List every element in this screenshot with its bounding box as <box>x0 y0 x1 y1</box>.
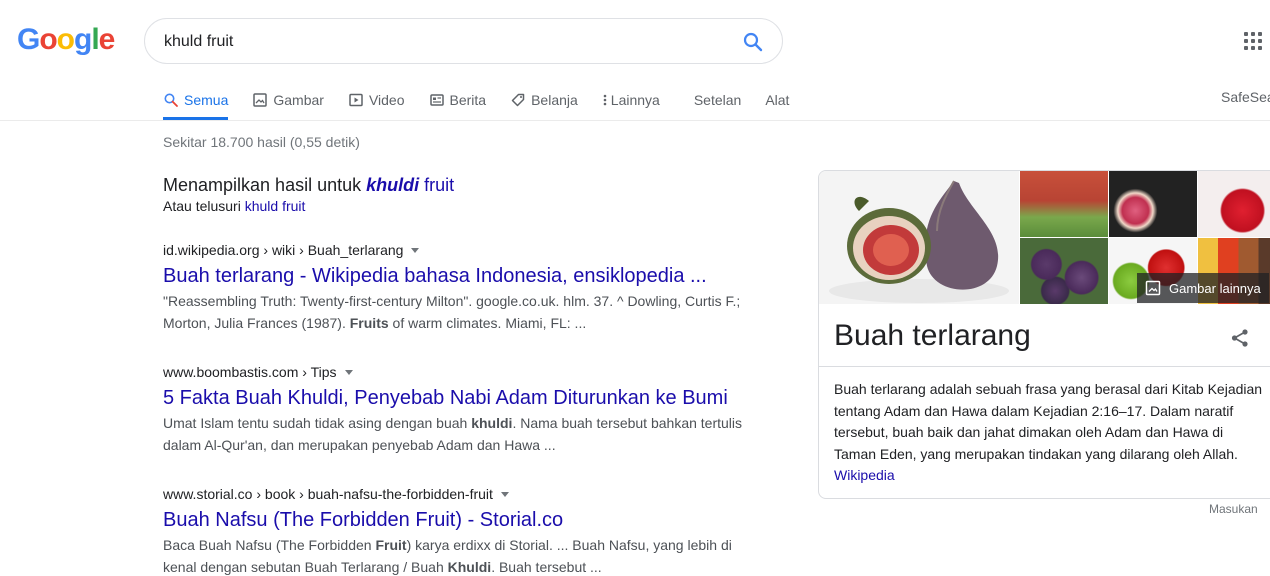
video-icon <box>349 93 363 107</box>
tab-label: Lainnya <box>610 92 660 108</box>
result-title-link[interactable]: Buah terlarang - Wikipedia bahasa Indone… <box>163 263 753 289</box>
result-url: www.storial.co › book › buah-nafsu-the-f… <box>163 486 493 502</box>
tab-label: Gambar <box>273 92 324 108</box>
more-vert-icon <box>603 94 607 106</box>
tab-label: Belanja <box>531 92 578 108</box>
settings-label: Setelan <box>693 92 742 108</box>
purple-figs-image[interactable] <box>1020 238 1108 304</box>
tab-news[interactable]: Berita <box>429 80 487 120</box>
chevron-down-icon[interactable] <box>411 247 420 253</box>
search-icon[interactable] <box>741 30 765 54</box>
result-stats: Sekitar 18.700 hasil (0,55 detik) <box>163 134 360 150</box>
safesearch-link[interactable]: SafeSea <box>1221 89 1270 105</box>
knowledge-panel: Gambar lainnya Buah terlarang Buah terla… <box>818 170 1270 499</box>
more-images-button[interactable]: Gambar lainnya <box>1137 273 1269 303</box>
spelling-correction: Menampilkan hasil untuk khuldi fruit Ata… <box>163 175 454 214</box>
search-input[interactable] <box>164 31 724 53</box>
snippet-text: of warm climates. Miami, FL: ... <box>388 314 587 331</box>
tab-label: Semua <box>184 92 229 108</box>
snippet-text: Baca Buah Nafsu (The Forbidden <box>163 537 376 553</box>
chevron-down-icon[interactable] <box>344 369 353 375</box>
result-title-link[interactable]: Buah Nafsu (The Forbidden Fruit) - Stori… <box>163 507 753 533</box>
corrected-query-link[interactable]: khuldi fruit <box>366 175 454 195</box>
snippet-highlight: Fruit <box>375 537 407 553</box>
apple-image[interactable] <box>1198 171 1270 237</box>
google-logo[interactable]: Google <box>17 23 116 57</box>
sliced-fig-image[interactable] <box>1109 171 1197 237</box>
wikipedia-link[interactable]: Wikipedia <box>834 465 1264 487</box>
tab-shopping[interactable]: Belanja <box>510 80 578 120</box>
fig-image[interactable] <box>819 171 1019 304</box>
fig-tree-image[interactable] <box>1020 171 1108 237</box>
corrected-rest: fruit <box>419 175 455 195</box>
knowledge-panel-images[interactable]: Gambar lainnya <box>819 171 1270 304</box>
logo-letter: g <box>74 23 92 56</box>
tab-video[interactable]: Video <box>348 80 405 120</box>
tag-icon <box>511 93 525 107</box>
logo-letter: G <box>17 23 40 56</box>
result-cite: id.wikipedia.org › wiki › Buah_terlarang <box>163 242 753 258</box>
search-result: www.boombastis.com › Tips 5 Fakta Buah K… <box>163 364 753 456</box>
snippet-text: Umat Islam tentu sudah tidak asing denga… <box>163 415 472 431</box>
share-icon[interactable] <box>1229 327 1251 349</box>
knowledge-panel-description: Buah terlarang adalah sebuah frasa yang … <box>834 379 1264 487</box>
logo-letter: e <box>98 23 116 56</box>
news-icon <box>429 94 444 106</box>
snippet-highlight: Khuldi <box>447 558 492 575</box>
result-cite: www.storial.co › book › buah-nafsu-the-f… <box>163 486 753 502</box>
search-box[interactable] <box>144 18 783 64</box>
result-cite: www.boombastis.com › Tips <box>163 364 753 380</box>
tab-more[interactable]: Lainnya <box>602 80 660 120</box>
more-images-label: Gambar lainnya <box>1169 280 1261 296</box>
description-text: Buah terlarang adalah sebuah frasa yang … <box>834 381 1263 462</box>
apps-grid-icon[interactable] <box>1244 32 1262 50</box>
search-tabs: Semua Gambar Video Berita Belanja Lainny… <box>163 80 813 120</box>
image-icon <box>1145 280 1161 296</box>
showing-results-text: Menampilkan hasil untuk <box>163 175 367 195</box>
tools-label: Alat <box>765 92 790 108</box>
snippet-text: . Buah tersebut ... <box>491 558 602 575</box>
feedback-link[interactable]: Masukan <box>1209 502 1258 516</box>
knowledge-panel-divider <box>819 366 1270 367</box>
search-instead-text: Atau telusuri <box>163 198 245 214</box>
snippet-highlight: Fruits <box>349 314 389 331</box>
image-icon <box>253 93 268 107</box>
result-url: id.wikipedia.org › wiki › Buah_terlarang <box>163 242 404 258</box>
search-result: www.storial.co › book › buah-nafsu-the-f… <box>163 486 753 576</box>
knowledge-panel-title: Buah terlarang <box>834 319 1031 352</box>
search-result: id.wikipedia.org › wiki › Buah_terlarang… <box>163 242 753 334</box>
chevron-down-icon[interactable] <box>500 491 509 497</box>
result-snippet: "Reassembling Truth: Twenty-first-centur… <box>163 291 753 334</box>
tab-all[interactable]: Semua <box>163 80 229 120</box>
tab-images[interactable]: Gambar <box>252 80 324 120</box>
logo-letter: o <box>39 23 57 56</box>
header-divider <box>0 120 1270 121</box>
result-url: www.boombastis.com › Tips <box>163 364 337 380</box>
snippet-highlight: khuldi <box>471 415 513 431</box>
settings-link[interactable]: Setelan <box>694 80 741 120</box>
search-icon <box>164 93 178 107</box>
result-snippet: Umat Islam tentu sudah tidak asing denga… <box>163 413 753 456</box>
tab-label: Video <box>368 92 405 108</box>
logo-letter: o <box>56 23 75 56</box>
tab-label: Berita <box>449 92 487 108</box>
original-query-link[interactable]: khuld fruit <box>245 198 306 214</box>
logo-letter: l <box>91 23 99 56</box>
corrected-term: khuldi <box>366 175 420 195</box>
result-snippet: Baca Buah Nafsu (The Forbidden Fruit) ka… <box>163 535 753 576</box>
result-title-link[interactable]: 5 Fakta Buah Khuldi, Penyebab Nabi Adam … <box>163 385 753 411</box>
tools-link[interactable]: Alat <box>765 80 789 120</box>
